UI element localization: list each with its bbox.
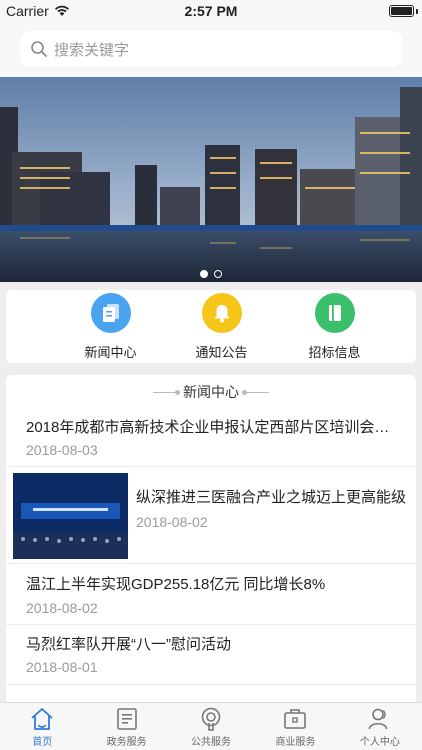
battery-level [391,7,412,15]
section-header: 新闻中心 [6,375,416,409]
banner-image [0,77,422,282]
news-thumbnail [13,473,128,559]
tab-label: 公共服务 [191,737,232,748]
news-title: 马烈红率队开展“八一”慰问活动 [26,636,231,653]
tab-home[interactable]: 首页 [0,703,84,750]
carousel-indicator[interactable] [0,270,422,278]
news-title: 2018年成都市高新技术企业申报认定西部片区培训会… [26,419,390,436]
tab-label: 首页 [32,737,53,748]
news-list-item[interactable]: 纵深推进三医融合产业之城迈上更高能级 2018-08-02 [6,467,416,564]
quick-link-notice[interactable]: 通知公告 [163,290,280,363]
search-placeholder: 搜索关键字 [54,41,130,59]
news-list-item[interactable]: 2018年成都市高新技术企业申报认定西部片区培训会… 2018-08-03 [6,409,416,467]
search-bar: 搜索关键字 [0,22,422,77]
tab-business[interactable]: 商业服务 [253,703,337,750]
battery-icon [389,5,414,17]
news-date: 2018-08-03 [26,442,98,458]
news-date: 2018-08-02 [136,514,208,530]
status-time: 2:57 PM [184,3,238,19]
status-bar: Carrier 2:57 PM [0,0,422,22]
carousel-dot[interactable] [214,270,222,278]
documents-icon [90,293,131,333]
battery-tip [416,9,418,14]
news-title: 纵深推进三医融合产业之城迈上更高能级 [136,489,407,506]
tab-bar: 首页 政务服务 公共服务 商业服务 个人中心 [0,702,422,750]
quick-link-label: 新闻中心 [84,345,137,360]
home-icon [31,708,53,730]
carousel-dot[interactable] [200,270,208,278]
briefcase-icon [284,709,307,729]
news-title: 温江上半年实现GDP255.18亿元 同比增长8% [26,576,326,593]
news-list-item[interactable]: 马烈红率队开展“八一”慰问活动 2018-08-01 [6,625,416,685]
search-icon [31,41,47,57]
tab-label: 个人中心 [359,737,400,748]
section-title: 新闻中心 [183,384,239,400]
quick-link-news[interactable]: 新闻中心 [52,290,169,363]
tab-label: 商业服务 [275,737,316,748]
tab-government[interactable]: 政务服务 [84,703,168,750]
tab-public-service[interactable]: 公共服务 [169,703,253,750]
quick-links: 新闻中心 通知公告 招标信息 [6,290,416,363]
quick-link-label: 通知公告 [195,345,248,360]
divider [153,389,180,395]
bell-icon [201,293,242,333]
news-date: 2018-08-01 [26,659,98,675]
divider [242,389,269,395]
banner-carousel[interactable] [0,77,422,282]
book-icon [314,293,355,333]
quick-link-label: 招标信息 [308,345,361,360]
quick-link-bidding[interactable]: 招标信息 [276,290,393,363]
news-panel: 新闻中心 2018年成都市高新技术企业申报认定西部片区培训会… 2018-08-… [6,375,416,705]
government-icon [116,708,137,730]
tab-profile[interactable]: 个人中心 [338,703,422,750]
tab-label: 政务服务 [106,737,147,748]
search-input[interactable]: 搜索关键字 [20,31,402,67]
public-service-icon [201,707,221,731]
user-icon [368,708,388,730]
news-date: 2018-08-02 [26,600,98,616]
news-list-item[interactable]: 温江上半年实现GDP255.18亿元 同比增长8% 2018-08-02 [6,564,416,625]
